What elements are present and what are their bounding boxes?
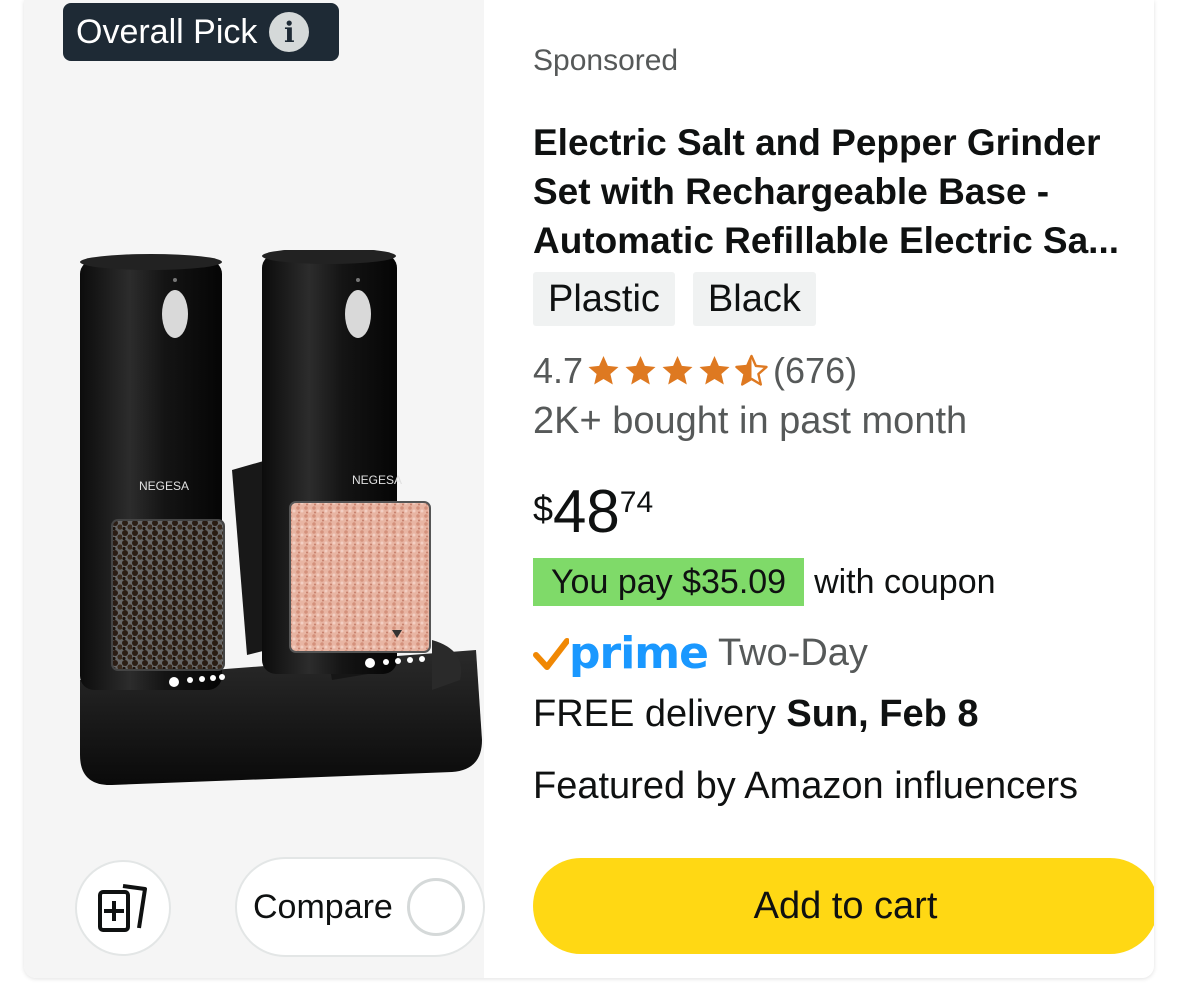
star-half-icon — [735, 354, 768, 386]
add-to-cart-button[interactable]: Add to cart — [533, 858, 1154, 954]
price: $ 48 74 — [533, 480, 653, 544]
prime-logo: prime — [533, 628, 709, 679]
price-symbol: $ — [533, 488, 554, 529]
star-rating — [585, 353, 770, 389]
overall-pick-badge: Overall Pick i — [63, 3, 339, 61]
compare-label: Compare — [253, 887, 393, 926]
svg-text:NEGESA: NEGESA — [139, 479, 189, 493]
coupon-badge: You pay $35.09 — [533, 558, 805, 606]
variant-chip-color[interactable]: Black — [692, 272, 816, 326]
bought-in-past-month: 2K+ bought in past month — [533, 400, 968, 442]
prime-word: prime — [569, 628, 709, 679]
rating-value: 4.7 — [533, 350, 584, 391]
product-image[interactable]: NEGESA NEGESA — [72, 250, 484, 790]
product-card[interactable]: Overall Pick i NEGESA NEGESA Compare Spo… — [24, 0, 1154, 978]
product-image-panel[interactable]: Overall Pick i NEGESA NEGESA Compare — [24, 0, 485, 978]
delivery-info: FREE delivery Sun, Feb 8 — [533, 693, 979, 736]
star-full-icon — [588, 356, 619, 385]
coupon-row: You pay $35.09 with coupon — [533, 558, 996, 606]
variant-chip-material[interactable]: Plastic — [533, 272, 675, 326]
prime-speed: Two-Day — [717, 632, 868, 674]
info-icon[interactable]: i — [269, 12, 310, 52]
add-to-list-button[interactable] — [75, 860, 171, 956]
star-full-icon — [699, 356, 730, 385]
star-full-icon — [625, 356, 656, 385]
review-count: (676) — [773, 350, 858, 391]
rating-row[interactable]: 4.7 (676) — [533, 350, 857, 392]
compare-radio[interactable] — [406, 878, 465, 936]
price-whole: 48 — [553, 478, 620, 545]
coupon-suffix: with coupon — [814, 562, 996, 601]
sponsored-label[interactable]: Sponsored — [533, 44, 678, 78]
add-to-list-icon — [98, 884, 147, 932]
compare-toggle[interactable]: Compare — [235, 857, 485, 957]
svg-text:NEGESA: NEGESA — [352, 473, 402, 487]
variant-chips: Plastic Black — [533, 272, 816, 326]
product-title[interactable]: Electric Salt and Pepper Grinder Set wit… — [533, 118, 1153, 265]
badge-label: Overall Pick — [76, 12, 258, 51]
prime-row: prime Two-Day — [533, 628, 868, 679]
prime-check-icon — [533, 637, 569, 670]
delivery-date: Sun, Feb 8 — [786, 693, 979, 735]
featured-by-influencers[interactable]: Featured by Amazon influencers — [533, 765, 1078, 808]
star-full-icon — [662, 356, 693, 385]
price-fraction: 74 — [619, 486, 654, 519]
delivery-prefix: FREE delivery — [533, 693, 787, 735]
